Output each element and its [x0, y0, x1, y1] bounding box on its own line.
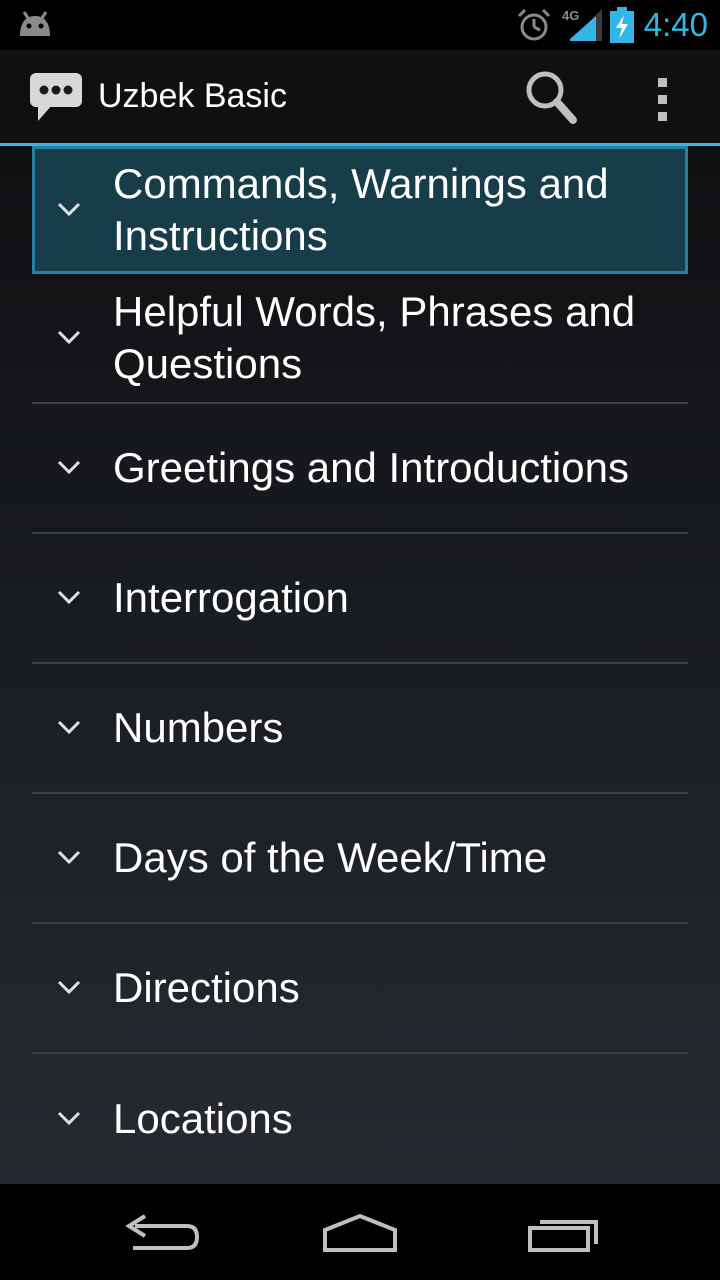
category-label: Helpful Words, Phrases and Questions [113, 288, 636, 387]
battery-charging-icon [610, 7, 634, 48]
chevron-down-icon [56, 328, 82, 351]
search-icon [515, 71, 585, 130]
chevron-down-icon [56, 588, 82, 611]
chevron-down-icon [56, 718, 82, 741]
category-row[interactable]: Days of the Week/Time [32, 794, 688, 924]
category-row[interactable]: Helpful Words, Phrases and Questions [32, 274, 688, 404]
category-label: Numbers [113, 704, 284, 751]
alarm-icon [516, 8, 552, 47]
category-row[interactable]: Directions [32, 924, 688, 1054]
signal-icon: 4G [562, 8, 606, 47]
status-bar: 4G 4:40 [0, 0, 720, 50]
category-row[interactable]: Numbers [32, 664, 688, 794]
category-label: Locations [113, 1095, 293, 1142]
category-row[interactable]: Locations [32, 1054, 688, 1184]
category-label: Directions [113, 964, 300, 1011]
back-button[interactable] [105, 1204, 215, 1264]
app-title: Uzbek Basic [98, 77, 287, 115]
category-label: Interrogation [113, 574, 349, 621]
category-row[interactable]: Commands, Warnings and Instructions [32, 146, 688, 274]
android-icon [16, 8, 54, 43]
category-list-container[interactable]: Commands, Warnings and Instructions Help… [0, 146, 720, 1184]
network-type-label: 4G [562, 8, 579, 23]
recent-apps-button[interactable] [508, 1204, 618, 1264]
chevron-down-icon [56, 458, 82, 481]
category-label: Greetings and Introductions [113, 444, 629, 491]
search-button[interactable] [515, 66, 585, 126]
back-icon [105, 1214, 215, 1268]
category-row[interactable]: Interrogation [32, 534, 688, 664]
clock: 4:40 [643, 6, 708, 43]
category-label: Days of the Week/Time [113, 834, 548, 881]
chat-bubble-icon[interactable] [28, 71, 84, 130]
category-list: Commands, Warnings and Instructions Help… [32, 146, 688, 1184]
category-label: Commands, Warnings and Instructions [113, 160, 609, 259]
overflow-menu-icon [640, 78, 686, 130]
category-row[interactable]: Greetings and Introductions [32, 404, 688, 534]
navigation-bar [0, 1184, 720, 1280]
chevron-down-icon [56, 978, 82, 1001]
home-icon [305, 1213, 415, 1268]
chevron-down-icon [56, 1109, 82, 1132]
home-button[interactable] [305, 1204, 415, 1264]
chevron-down-icon [56, 848, 82, 871]
chevron-down-icon [56, 200, 82, 223]
recent-apps-icon [508, 1220, 618, 1268]
overflow-menu-button[interactable] [640, 66, 686, 126]
screen: 4G 4:40 Uzbek Basic Commands, Warnings a… [0, 0, 720, 1280]
action-bar: Uzbek Basic [0, 50, 720, 143]
